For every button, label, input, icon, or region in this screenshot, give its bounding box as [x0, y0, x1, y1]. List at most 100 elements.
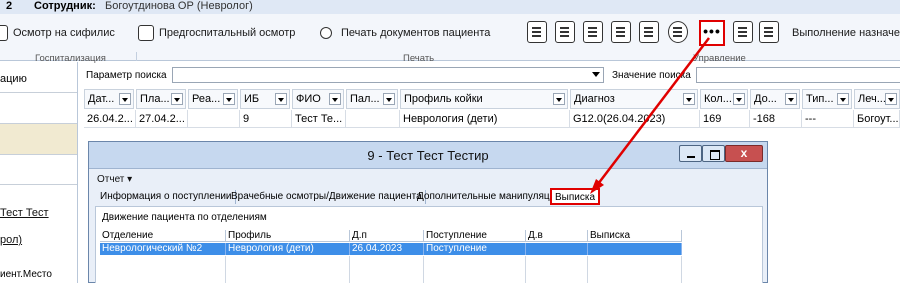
left-item-selected[interactable] [0, 124, 77, 154]
report-menu[interactable]: Отчет ▾ [97, 174, 132, 185]
column-header[interactable]: ФИО [292, 89, 344, 109]
filter-dropdown-icon[interactable] [171, 93, 183, 105]
patient-place-label: иент.Место [0, 269, 52, 280]
filter-dropdown-icon[interactable] [383, 93, 395, 105]
column-header[interactable]: Профиль койки [400, 89, 568, 109]
left-divider [0, 184, 77, 185]
table-cell[interactable]: Тест Те... [292, 110, 346, 128]
table-cell[interactable] [526, 243, 588, 255]
column-header[interactable]: Поступление [424, 230, 526, 242]
search-value-input[interactable] [696, 67, 900, 83]
left-item-1[interactable]: ацию [0, 73, 27, 85]
doc-check-icon[interactable] [759, 21, 779, 43]
filter-dropdown-icon[interactable] [733, 93, 745, 105]
movement-panel: Движение пациента по отделениям Отделени… [95, 206, 763, 283]
table-cell[interactable] [346, 110, 400, 128]
table-cell[interactable]: 26.04.2023 [350, 243, 424, 255]
filter-dropdown-icon[interactable] [329, 93, 341, 105]
column-header[interactable]: Пла... [136, 89, 186, 109]
prehospital-exam-label: Предгоспитальный осмотр [159, 27, 296, 39]
execute-orders-button[interactable]: Выполнение назначе [792, 22, 900, 44]
search-param-select[interactable] [172, 67, 604, 83]
table-cell[interactable]: Неврология (дети) [400, 110, 570, 128]
empty-cell [100, 256, 226, 283]
print-patient-docs-button[interactable]: Печать документов пациента [320, 22, 490, 44]
maximize-button[interactable] [702, 145, 725, 162]
filter-dropdown-icon[interactable] [553, 93, 565, 105]
column-header[interactable]: Профиль [226, 230, 350, 242]
patient-name-link[interactable]: Тест Тест [0, 207, 49, 219]
table-cell[interactable]: 26.04.2... [84, 110, 136, 128]
tab-medical-exams[interactable]: Врачебные осмотры/Движение пациента [228, 190, 426, 204]
column-header[interactable]: Дат... [84, 89, 134, 109]
doc-copy-icon[interactable] [733, 21, 753, 43]
employee-label: Сотрудник: [34, 0, 96, 12]
more-actions-button[interactable]: ••• [699, 20, 725, 46]
table-cell[interactable]: 169 [700, 110, 750, 128]
column-header[interactable]: Д.в [526, 230, 588, 242]
syphilis-exam-label: Осмотр на сифилис [13, 27, 115, 39]
user-settings-icon[interactable] [668, 21, 688, 43]
table-cell[interactable]: Богоут... [854, 110, 900, 128]
filter-dropdown-icon[interactable] [275, 93, 287, 105]
column-header[interactable]: Тип... [802, 89, 852, 109]
prehospital-exam-button[interactable]: Предгоспитальный осмотр [138, 22, 295, 44]
patient-dialog: 9 - Тест Тест Тестир x Отчет ▾ Информаци… [88, 141, 768, 283]
ribbon-toolbar: Осмотр на сифилис Предгоспитальный осмот… [0, 14, 900, 64]
chevron-down-icon [592, 72, 600, 77]
filter-dropdown-icon[interactable] [223, 93, 235, 105]
column-header[interactable]: Реа... [188, 89, 238, 109]
filter-dropdown-icon[interactable] [785, 93, 797, 105]
doctor-link[interactable]: рол) [0, 234, 22, 246]
filter-dropdown-icon[interactable] [119, 93, 131, 105]
execute-orders-label: Выполнение назначе [792, 27, 900, 39]
table-cell[interactable]: Неврологический №2 [100, 243, 226, 255]
left-divider [0, 154, 77, 155]
tab-additional-manipulations[interactable]: Дополнительные манипуляции [414, 190, 565, 204]
calendar-icon[interactable] [555, 21, 575, 43]
doc-list-icon[interactable] [639, 21, 659, 43]
empty-cell [226, 256, 350, 283]
doc-settings-icon[interactable] [583, 21, 603, 43]
dialog-title: 9 - Тест Тест Тестир [367, 148, 489, 163]
filter-dropdown-icon[interactable] [683, 93, 695, 105]
column-header[interactable]: Отделение [100, 230, 226, 242]
search-bar: Параметр поиска Значение поиска [82, 67, 900, 85]
patients-table: Дат... Пла... Реа... ИБ ФИО Пал... Профи… [84, 89, 900, 129]
table-cell[interactable] [588, 243, 682, 255]
empty-cell [350, 256, 424, 283]
column-header[interactable]: Леч... [854, 89, 900, 109]
doc-user-icon[interactable] [611, 21, 631, 43]
minimize-button[interactable] [679, 145, 702, 162]
filter-dropdown-icon[interactable] [837, 93, 849, 105]
table-cell[interactable]: -168 [750, 110, 802, 128]
table-cell[interactable]: Неврология (дети) [226, 243, 350, 255]
employee-name: Богоутдинова ОР (Невролог) [105, 0, 253, 12]
table-cell[interactable]: 9 [240, 110, 292, 128]
column-header[interactable]: Д.п [350, 230, 424, 242]
top-bar: 2 Сотрудник: Богоутдинова ОР (Невролог) [0, 0, 900, 14]
top-number: 2 [6, 0, 13, 12]
print-patient-docs-label: Печать документов пациента [341, 27, 491, 39]
dialog-title-bar[interactable]: 9 - Тест Тест Тестир x [89, 142, 767, 169]
table-cell[interactable]: Поступление [424, 243, 526, 255]
column-header[interactable]: Кол... [700, 89, 748, 109]
tab-discharge[interactable]: Выписка [550, 188, 601, 205]
tab-admission-info[interactable]: Информация о поступлении [97, 190, 236, 204]
table-cell[interactable] [188, 110, 240, 128]
column-header[interactable]: До... [750, 89, 800, 109]
column-header[interactable]: ИБ [240, 89, 290, 109]
syphilis-exam-button[interactable]: Осмотр на сифилис [0, 22, 115, 44]
prehospital-exam-icon [138, 25, 154, 41]
column-header[interactable]: Пал... [346, 89, 398, 109]
column-header[interactable]: Диагноз [570, 89, 698, 109]
section-title: Движение пациента по отделениям [102, 212, 267, 223]
doc-edit-icon[interactable] [527, 21, 547, 43]
table-cell[interactable]: G12.0(26.04.2023) [570, 110, 700, 128]
column-header[interactable]: Выписка [588, 230, 682, 242]
filter-dropdown-icon[interactable] [885, 93, 897, 105]
close-button[interactable]: x [725, 145, 763, 162]
table-cell[interactable]: --- [802, 110, 854, 128]
table-cell[interactable]: 27.04.2... [136, 110, 188, 128]
syphilis-exam-icon [0, 25, 8, 41]
